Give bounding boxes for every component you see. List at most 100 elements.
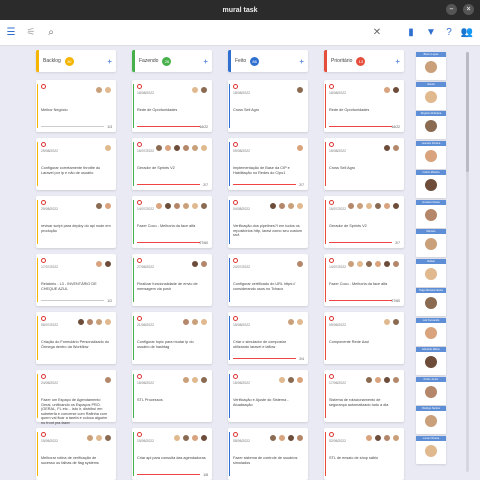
avatar[interactable] [392,376,400,384]
avatar[interactable] [191,86,199,94]
avatar[interactable] [155,202,163,210]
avatar[interactable] [86,434,94,442]
avatar[interactable] [200,202,208,210]
menu-icon[interactable]: ☰ [4,26,18,40]
avatar[interactable] [383,434,391,442]
avatar[interactable] [392,260,400,268]
avatar[interactable] [383,144,391,152]
person-card[interactable]: Rogério Alcântara [416,111,446,139]
task-card[interactable]: 29/08/2022 revisar script para deploy do … [36,196,116,248]
person-card[interactable]: Gustavo Neves [416,199,446,228]
avatar[interactable] [269,434,277,442]
avatar[interactable] [374,260,382,268]
task-card[interactable]: 18/08/2022 Cross Sell Agro [228,80,308,132]
avatar[interactable] [182,434,190,442]
avatar[interactable] [191,376,199,384]
avatar[interactable] [287,376,295,384]
avatar[interactable] [392,202,400,210]
filter-icon[interactable]: ▼ [424,26,438,40]
avatar[interactable] [191,434,199,442]
avatar[interactable] [191,260,199,268]
avatar[interactable] [356,202,364,210]
task-card[interactable]: 14/07/2022 Fazer Coco - Melhoria da face … [324,254,404,306]
avatar[interactable] [278,376,286,384]
person-card[interactable]: Carlos Moreira [416,170,446,198]
task-card[interactable]: 15/06/2022 Criar api para consulta das ag… [132,428,212,480]
minimize-icon[interactable]: – [446,4,457,15]
add-card-icon[interactable]: + [299,57,304,66]
bookmark-icon[interactable]: ▮ [404,26,418,40]
avatar[interactable] [104,318,112,326]
avatar[interactable] [164,144,172,152]
task-card[interactable]: 09/06/2022 Componente Rede Azul [324,312,404,364]
avatar[interactable] [296,260,304,268]
person-card[interactable]: Lucas Oliveira [416,435,446,464]
avatar[interactable] [347,260,355,268]
avatar[interactable] [182,318,190,326]
task-card[interactable]: 16/08/2022 Rede de Oportunidades 16/22 [132,80,212,132]
avatar[interactable] [296,144,304,152]
avatar[interactable] [104,434,112,442]
avatar[interactable] [347,202,355,210]
avatar[interactable] [365,434,373,442]
avatar[interactable] [173,434,181,442]
users-icon[interactable]: 👥 [460,26,474,40]
person-card[interactable]: Daniel [416,81,446,110]
avatar[interactable] [182,202,190,210]
avatar[interactable] [95,318,103,326]
avatar[interactable] [383,86,391,94]
task-card[interactable]: 15/07/2022 Gerador de Sprints V2 2/7 [324,196,404,248]
avatar[interactable] [191,202,199,210]
avatar[interactable] [104,260,112,268]
avatar[interactable] [95,86,103,94]
avatar[interactable] [191,318,199,326]
add-card-icon[interactable]: + [395,57,400,66]
avatar[interactable] [269,202,277,210]
avatar[interactable] [104,144,112,152]
avatar[interactable] [86,318,94,326]
task-card[interactable]: 15/06/2022 Melhorar rotina de verificação… [36,428,116,480]
person-card[interactable]: Marcelo [416,229,446,257]
avatar[interactable] [77,318,85,326]
task-card[interactable]: 17/07/2022 Relatório - L3 - INVENTÁRIO DE… [36,254,116,306]
avatar[interactable] [383,260,391,268]
avatar[interactable] [365,202,373,210]
task-card[interactable]: 16/08/2022 Rede de Oportunidades 16/22 [324,80,404,132]
person-card[interactable]: Eduardo Matos [416,347,446,375]
avatar[interactable] [95,434,103,442]
avatar[interactable] [164,202,172,210]
avatar[interactable] [95,202,103,210]
avatar[interactable] [296,86,304,94]
task-card[interactable]: 24/07/2022 Configurar certificado do URL … [228,254,308,306]
avatar[interactable] [278,434,286,442]
avatar[interactable] [383,376,391,384]
clear-icon[interactable]: ✕ [370,26,384,40]
person-card[interactable]: Breno Lopes [416,52,446,80]
task-card[interactable]: 24/06/2022 Fazer um Espaço de Agendamento… [36,370,116,425]
avatar[interactable] [200,260,208,268]
person-card[interactable]: Rodrigo Santos [416,406,446,434]
task-card[interactable]: 06/07/2022 Criação do Formulário Personal… [36,312,116,364]
task-card[interactable]: 15/06/2022 STL Processos [132,370,212,422]
task-card[interactable]: 17/06/2022 Sistema de rotacionamento de s… [324,370,404,422]
avatar[interactable] [296,376,304,384]
person-card[interactable]: Rafael [416,258,446,287]
filter-list-icon[interactable]: ⚟ [24,26,38,40]
avatar[interactable] [383,318,391,326]
avatar[interactable] [200,86,208,94]
avatar[interactable] [392,318,400,326]
avatar[interactable] [200,376,208,384]
add-card-icon[interactable]: + [203,57,208,66]
person-card[interactable]: Leandro Pereira [416,140,446,169]
avatar[interactable] [356,260,364,268]
avatar[interactable] [374,376,382,384]
avatar[interactable] [392,86,400,94]
avatar[interactable] [365,376,373,384]
task-card[interactable]: 15/06/2022 Verificação e Ajuste do Sistem… [228,370,308,422]
avatar[interactable] [287,318,295,326]
task-card[interactable]: 29/08/2022 Configurar corretamente thrott… [36,138,116,190]
help-icon[interactable]: ? [442,26,456,40]
avatar[interactable] [182,376,190,384]
task-card[interactable]: 15/07/2022 Gerador de Sprints V2 2/7 [132,138,212,190]
scrollbar-thumb[interactable] [466,52,469,172]
